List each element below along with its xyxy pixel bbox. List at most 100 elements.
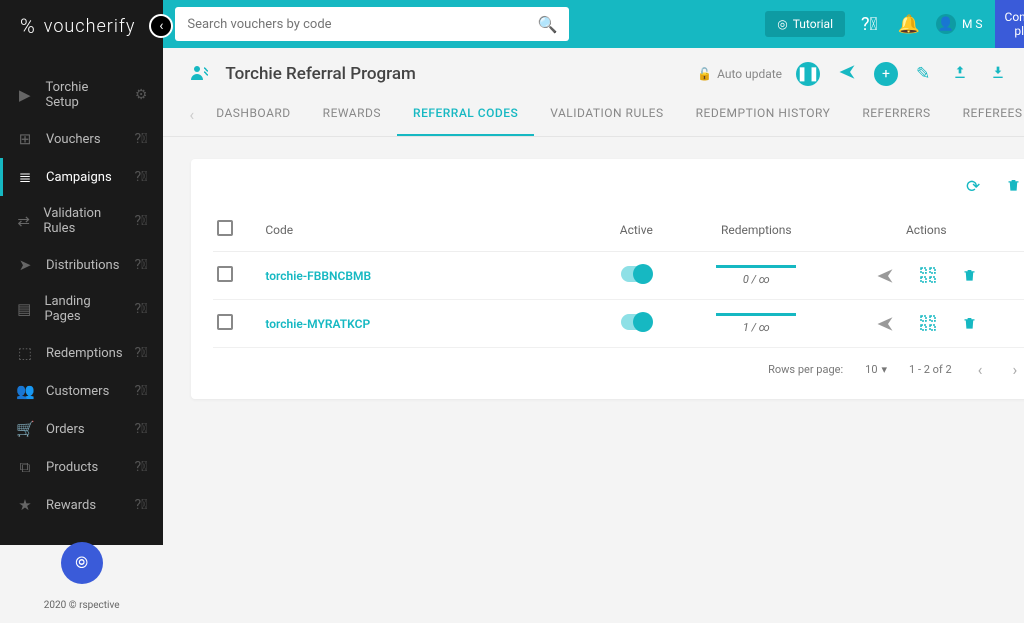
nav-icon: ▤ [16, 300, 32, 318]
user-menu[interactable]: 👤 M S [936, 14, 983, 34]
row-delete-button[interactable] [962, 315, 977, 333]
help-icon[interactable]: ?⃝ [135, 421, 148, 437]
nav-label: Customers [46, 384, 109, 399]
sidebar-item-vouchers[interactable]: ⊞Vouchers?⃝ [0, 120, 163, 158]
tab-referrers[interactable]: REFERRERS [846, 92, 946, 136]
nav-icon: ⧉ [16, 458, 34, 476]
support-button[interactable]: ⦾ [61, 542, 103, 584]
code-link[interactable]: torchie-MYRATKCP [265, 317, 591, 331]
row-delete-button[interactable] [962, 267, 977, 285]
nav-label: Validation Rules [43, 206, 122, 236]
code-link[interactable]: torchie-FBBNCBMB [265, 269, 591, 283]
tab-referees[interactable]: REFEREES [947, 92, 1024, 136]
add-button[interactable]: + [874, 62, 898, 86]
rows-per-page-select[interactable]: 10 ▾ [865, 363, 887, 376]
tab-dashboard[interactable]: DASHBOARD [200, 92, 306, 136]
search-box[interactable]: 🔍 [175, 7, 569, 41]
nav-label: Orders [46, 422, 85, 437]
pager-prev[interactable]: ‹ [974, 360, 987, 379]
gear-icon[interactable]: ⚙ [135, 87, 148, 103]
table-row: torchie-FBBNCBMB0 / ∞ [213, 252, 1024, 300]
nav-label: Products [46, 460, 98, 475]
select-all-checkbox[interactable] [217, 220, 233, 236]
qr-icon [920, 315, 936, 331]
pager-next[interactable]: › [1008, 360, 1021, 379]
row-checkbox[interactable] [217, 314, 233, 330]
sidebar-nav: ▶Torchie Setup⚙⊞Vouchers?⃝≣Campaigns?⃝⇄V… [0, 70, 163, 524]
bulk-delete-button[interactable] [1002, 177, 1024, 198]
help-icon[interactable]: ?⃝ [857, 14, 882, 35]
tab-redemption-history[interactable]: REDEMPTION HISTORY [680, 92, 847, 136]
sidebar-item-rewards[interactable]: ★Rewards?⃝ [0, 486, 163, 524]
pause-button[interactable]: ❚❚ [796, 62, 820, 86]
sidebar-footer: ⦾ 2020 © rspective [0, 524, 163, 623]
sidebar-item-distributions[interactable]: ➤ Distributions ?⃝ [0, 246, 163, 284]
codes-card: ⟳ Code Active Redemptions Actions torchi… [191, 159, 1024, 399]
pager-range: 1 - 2 of 2 [909, 363, 952, 376]
send-button[interactable] [834, 63, 860, 86]
nav-label: Vouchers [46, 132, 101, 147]
sidebar-item-torchie-setup[interactable]: ▶Torchie Setup⚙ [0, 70, 163, 120]
tab-rewards[interactable]: REWARDS [307, 92, 397, 136]
refresh-icon: ⟳ [966, 177, 980, 197]
row-send-button[interactable] [876, 315, 894, 333]
auto-update-indicator: 🔓 Auto update [697, 67, 782, 81]
main-area: 🔍 ◎ Tutorial ?⃝ 🔔 👤 M S Compare plans To… [163, 0, 1024, 545]
help-icon[interactable]: ?⃝ [135, 459, 148, 475]
sidebar-item-orders[interactable]: 🛒 Orders ?⃝ [0, 410, 163, 448]
nav-label: Campaigns [46, 170, 112, 185]
nav-icon: 🛒 [16, 420, 34, 438]
refresh-button[interactable]: ⟳ [962, 177, 984, 198]
help-icon[interactable]: ?⃝ [135, 301, 148, 317]
sidebar-item-validation-rules[interactable]: ⇄ Validation Rules ?⃝ [0, 196, 163, 246]
compare-plans-button[interactable]: Compare plans [995, 0, 1024, 48]
tab-validation-rules[interactable]: VALIDATION RULES [534, 92, 679, 136]
trash-icon [1006, 177, 1021, 193]
nav-icon: ⇄ [16, 212, 31, 230]
tutorial-label: Tutorial [793, 17, 833, 31]
tabs-scroll-left[interactable]: ‹ [183, 105, 200, 124]
search-input[interactable] [187, 17, 537, 32]
active-toggle[interactable] [621, 314, 651, 330]
nav-label: Distributions [46, 258, 119, 273]
help-icon[interactable]: ?⃝ [135, 497, 148, 513]
download-button[interactable] [986, 64, 1010, 85]
rows-per-page-label: Rows per page: [768, 363, 843, 376]
percent-icon: % [20, 14, 36, 38]
active-toggle[interactable] [621, 266, 651, 282]
copyright-text: 2020 © rspective [0, 600, 163, 611]
sidebar-item-customers[interactable]: 👥Customers?⃝ [0, 372, 163, 410]
upload-button[interactable] [948, 64, 972, 85]
redemptions-cell: 1 / ∞ [681, 313, 831, 334]
row-checkbox[interactable] [217, 266, 233, 282]
referral-icon [191, 64, 211, 85]
help-icon[interactable]: ?⃝ [135, 169, 148, 185]
row-qr-button[interactable] [920, 315, 936, 333]
help-icon[interactable]: ?⃝ [135, 213, 148, 229]
edit-button[interactable]: ✎ [912, 64, 934, 84]
header-redemptions: Redemptions [681, 223, 831, 237]
lock-open-icon: 🔓 [697, 67, 712, 81]
send-icon [838, 63, 856, 81]
nav-icon: ➤ [16, 256, 34, 274]
chevron-right-icon: › [1012, 360, 1017, 379]
row-send-button[interactable] [876, 267, 894, 285]
nav-label: Landing Pages [44, 294, 122, 324]
tutorial-button[interactable]: ◎ Tutorial [765, 11, 845, 37]
compare-line1: Compare [1005, 10, 1024, 24]
sidebar-item-redemptions[interactable]: ⬚Redemptions?⃝ [0, 334, 163, 372]
notifications-icon[interactable]: 🔔 [894, 14, 924, 35]
tab-referral-codes[interactable]: REFERRAL CODES [397, 92, 534, 136]
brand-logo[interactable]: % voucherify [0, 0, 163, 52]
sidebar-item-campaigns[interactable]: ≣Campaigns?⃝ [0, 158, 163, 196]
nav-icon: ▶ [16, 86, 34, 104]
help-icon[interactable]: ?⃝ [135, 383, 148, 399]
help-icon[interactable]: ?⃝ [135, 131, 148, 147]
sidebar: % voucherify ‹ ▶Torchie Setup⚙⊞Vouchers?… [0, 0, 163, 545]
help-icon[interactable]: ?⃝ [135, 345, 148, 361]
row-qr-button[interactable] [920, 267, 936, 285]
sidebar-item-landing-pages[interactable]: ▤ Landing Pages ?⃝ [0, 284, 163, 334]
download-icon [990, 64, 1006, 80]
sidebar-item-products[interactable]: ⧉ Products ?⃝ [0, 448, 163, 486]
help-icon[interactable]: ?⃝ [135, 257, 148, 273]
